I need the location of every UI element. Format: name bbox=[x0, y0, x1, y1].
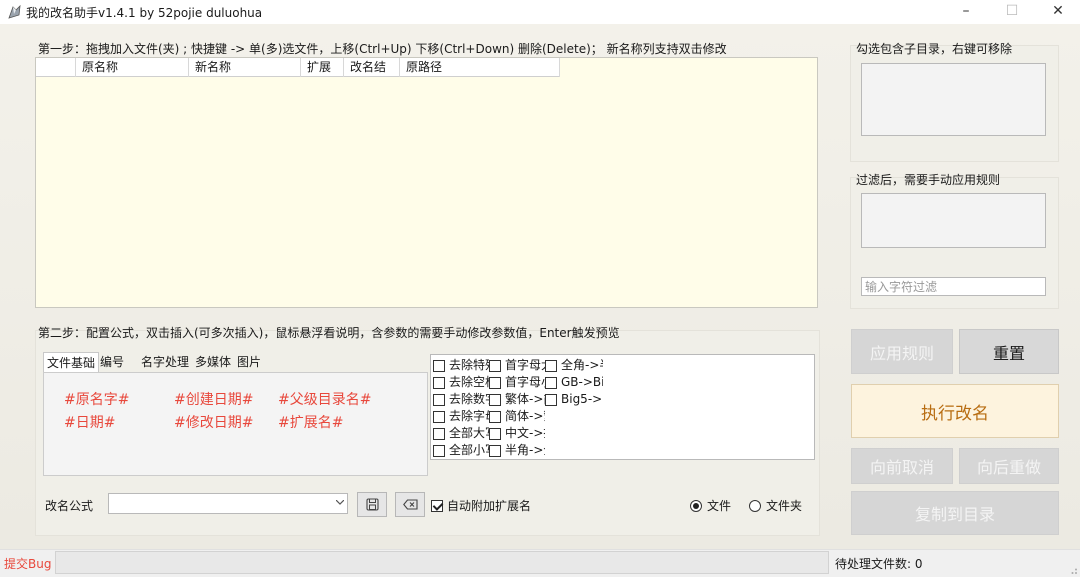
radio-file-label: 文件 bbox=[707, 499, 732, 513]
options-col-3: 全角->半 GB->Bi Big5-> bbox=[545, 357, 603, 408]
checkbox[interactable] bbox=[545, 376, 557, 389]
option-item[interactable]: 去除特殊 bbox=[433, 357, 489, 374]
checkbox[interactable] bbox=[489, 376, 501, 389]
filter-label: 过滤后，需要手动应用规则 bbox=[856, 173, 1001, 187]
file-list-header: 原名称 新名称 扩展 改名结 原路径 bbox=[36, 58, 560, 77]
checkbox[interactable] bbox=[433, 410, 445, 423]
checkbox[interactable] bbox=[433, 359, 445, 372]
column-header-rename-result[interactable]: 改名结 bbox=[344, 58, 400, 77]
tab-multimedia[interactable]: 多媒体 bbox=[192, 352, 234, 373]
option-item[interactable]: 全部大写 bbox=[433, 425, 489, 442]
option-item[interactable]: 首字母小 bbox=[489, 374, 545, 391]
checkbox[interactable] bbox=[433, 393, 445, 406]
option-item[interactable]: 首字母大 bbox=[489, 357, 545, 374]
tab-image[interactable]: 图片 bbox=[234, 352, 264, 373]
column-header-new-name[interactable]: 新名称 bbox=[189, 58, 301, 77]
option-item[interactable]: 繁体->简 bbox=[489, 391, 545, 408]
subdir-list[interactable] bbox=[861, 63, 1046, 136]
maximize-button[interactable]: ☐ bbox=[989, 0, 1035, 24]
filter-input[interactable] bbox=[861, 277, 1046, 296]
variable-date[interactable]: #日期# bbox=[64, 412, 115, 432]
apply-rules-button[interactable]: 应用规则 bbox=[851, 329, 953, 374]
minimize-button[interactable]: – bbox=[943, 0, 989, 24]
chevron-down-icon[interactable] bbox=[333, 494, 347, 513]
radio-unselected[interactable] bbox=[749, 499, 761, 512]
option-item[interactable]: Big5-> bbox=[545, 391, 603, 408]
column-header-original-path[interactable]: 原路径 bbox=[400, 58, 560, 77]
checkbox[interactable] bbox=[433, 376, 445, 389]
pending-file-count: 待处理文件数: 0 bbox=[835, 557, 923, 571]
step2-instructions: 第二步：配置公式，双击插入(可多次插入)，鼠标悬浮看说明，含参数的需要手动修改参… bbox=[38, 326, 620, 340]
file-list[interactable]: 原名称 新名称 扩展 改名结 原路径 bbox=[35, 57, 818, 308]
checkbox[interactable] bbox=[489, 427, 501, 440]
radio-selected[interactable] bbox=[690, 499, 702, 512]
tab-numbering[interactable]: 编号 bbox=[97, 352, 127, 373]
checkbox[interactable] bbox=[433, 444, 445, 457]
option-item[interactable]: 半角->全 bbox=[489, 442, 545, 459]
options-list: 去除特殊 去除空格 去除数字 去除字母 全部大写 全部小写 首字母大 首字母小 … bbox=[430, 354, 815, 460]
window-title: 我的改名助手v1.4.1 by 52pojie duluohua bbox=[26, 6, 263, 20]
variables-panel: #原名字# #创建日期# #父级目录名# #日期# #修改日期# #扩展名# bbox=[43, 372, 428, 476]
auto-append-extension-label: 自动附加扩展名 bbox=[447, 499, 532, 513]
auto-append-extension-checkbox[interactable]: 自动附加扩展名 bbox=[431, 497, 531, 514]
option-item[interactable]: GB->Bi bbox=[545, 374, 603, 391]
app-icon bbox=[8, 4, 21, 19]
radio-folder[interactable]: 文件夹 bbox=[749, 497, 802, 514]
checkbox[interactable] bbox=[489, 410, 501, 423]
undo-button[interactable]: 向前取消 bbox=[851, 448, 953, 484]
option-item[interactable]: 简体->繁 bbox=[489, 408, 545, 425]
close-button[interactable]: ✕ bbox=[1035, 0, 1080, 24]
save-icon bbox=[365, 498, 379, 511]
column-header-extension[interactable]: 扩展 bbox=[301, 58, 344, 77]
radio-file[interactable]: 文件 bbox=[690, 497, 731, 514]
execute-rename-button[interactable]: 执行改名 bbox=[851, 384, 1059, 438]
filter-result-list[interactable] bbox=[861, 193, 1046, 248]
size-grip-icon[interactable] bbox=[1068, 565, 1078, 575]
formula-combobox[interactable] bbox=[108, 493, 348, 514]
variable-created-date[interactable]: #创建日期# bbox=[174, 389, 253, 409]
checkbox[interactable] bbox=[545, 393, 557, 406]
column-header-check[interactable] bbox=[36, 58, 76, 77]
tab-name-processing[interactable]: 名字处理 bbox=[138, 352, 192, 373]
checkbox-checked[interactable] bbox=[431, 499, 443, 512]
checkbox[interactable] bbox=[433, 427, 445, 440]
submit-bug-link[interactable]: 提交Bug bbox=[4, 555, 51, 572]
checkbox[interactable] bbox=[489, 393, 501, 406]
copy-to-folder-button[interactable]: 复制到目录 bbox=[851, 491, 1059, 535]
variable-original-name[interactable]: #原名字# bbox=[64, 389, 129, 409]
tab-file-basic[interactable]: 文件基础 bbox=[43, 352, 100, 373]
variable-parent-dir[interactable]: #父级目录名# bbox=[278, 389, 371, 409]
status-message-field bbox=[55, 551, 829, 574]
clear-icon bbox=[402, 499, 418, 510]
clear-formula-button[interactable] bbox=[395, 492, 425, 517]
option-item[interactable]: 去除数字 bbox=[433, 391, 489, 408]
step1-instructions: 第一步：拖拽加入文件(夹) ; 快捷键 -> 单(多)选文件，上移(Ctrl+U… bbox=[38, 42, 727, 56]
option-item[interactable]: 全部小写 bbox=[433, 442, 489, 459]
reset-button[interactable]: 重置 bbox=[959, 329, 1059, 374]
option-item[interactable]: 中文->拼 bbox=[489, 425, 545, 442]
checkbox[interactable] bbox=[489, 359, 501, 372]
save-formula-button[interactable] bbox=[357, 492, 387, 517]
option-item[interactable]: 去除空格 bbox=[433, 374, 489, 391]
checkbox[interactable] bbox=[545, 359, 557, 372]
options-col-2: 首字母大 首字母小 繁体->简 简体->繁 中文->拼 半角->全 bbox=[489, 357, 545, 459]
formula-label: 改名公式 bbox=[45, 499, 94, 513]
checkbox[interactable] bbox=[489, 444, 501, 457]
subdir-label: 勾选包含子目录，右键可移除 bbox=[856, 42, 1013, 56]
option-item[interactable]: 全角->半 bbox=[545, 357, 603, 374]
formula-tabs: 文件基础 编号 名字处理 多媒体 图片 bbox=[43, 352, 273, 373]
redo-button[interactable]: 向后重做 bbox=[959, 448, 1059, 484]
variable-modified-date[interactable]: #修改日期# bbox=[174, 412, 253, 432]
radio-folder-label: 文件夹 bbox=[766, 499, 803, 513]
option-item[interactable]: 去除字母 bbox=[433, 408, 489, 425]
column-header-original-name[interactable]: 原名称 bbox=[76, 58, 189, 77]
variable-extension[interactable]: #扩展名# bbox=[278, 412, 343, 432]
options-col-1: 去除特殊 去除空格 去除数字 去除字母 全部大写 全部小写 bbox=[433, 357, 489, 459]
